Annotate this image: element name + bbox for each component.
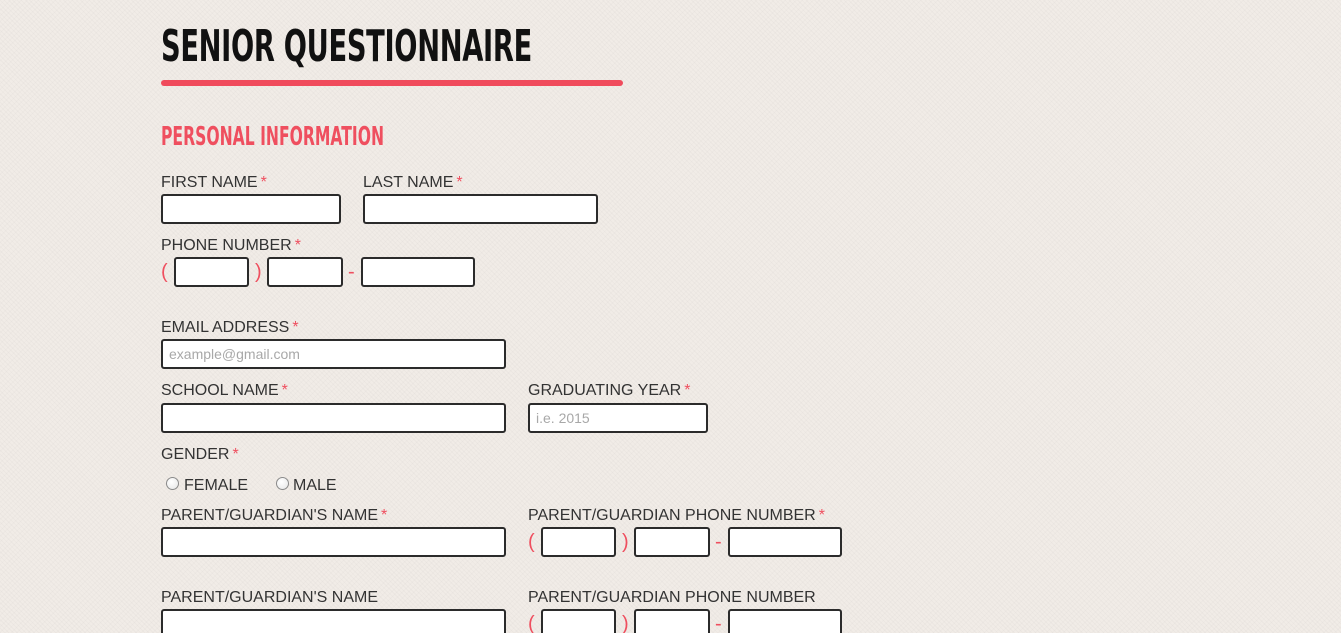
parent2-name-label-text: PARENT/GUARDIAN'S NAME [161, 589, 379, 606]
parent2-phone-prefix-input[interactable] [634, 609, 710, 633]
page-title: SENIOR QUESTIONNAIRE [161, 21, 532, 72]
graduating-year-input[interactable] [528, 403, 708, 433]
phone-prefix-input[interactable] [267, 257, 343, 287]
required-mark: * [684, 382, 691, 399]
parent1-phone-dash: - [715, 531, 722, 553]
parent1-phone-area-code-input[interactable] [541, 527, 616, 557]
gender-male-radio[interactable] [276, 477, 289, 490]
email-label: EMAIL ADDRESS * [161, 318, 299, 338]
parent1-phone-prefix-input[interactable] [634, 527, 710, 557]
gender-label: GENDER * [161, 445, 239, 465]
parent2-name-label: PARENT/GUARDIAN'S NAME [161, 588, 378, 608]
parent1-name-label: PARENT/GUARDIAN'S NAME * [161, 506, 387, 526]
required-mark: * [294, 237, 301, 254]
school-name-label-text: SCHOOL NAME [161, 382, 279, 399]
graduating-year-label-text: GRADUATING YEAR [528, 382, 682, 399]
parent1-name-label-text: PARENT/GUARDIAN'S NAME [161, 507, 379, 524]
phone-number-label: PHONE NUMBER * [161, 236, 301, 256]
last-name-input[interactable] [363, 194, 598, 224]
section-title-personal-information: PERSONAL INFORMATION [161, 122, 385, 152]
last-name-label: LAST NAME * [363, 173, 463, 193]
parent1-phone-line-number-input[interactable] [728, 527, 842, 557]
last-name-label-text: LAST NAME [363, 174, 454, 191]
parent2-phone-area-code-input[interactable] [541, 609, 616, 633]
phone-number-label-text: PHONE NUMBER [161, 237, 292, 254]
first-name-input[interactable] [161, 194, 341, 224]
phone-line-number-input[interactable] [361, 257, 475, 287]
gender-female-label[interactable]: FEMALE [184, 476, 248, 496]
required-mark: * [292, 319, 299, 336]
parent2-phone-label: PARENT/GUARDIAN PHONE NUMBER [528, 588, 816, 608]
title-underline [161, 80, 623, 86]
required-mark: * [281, 382, 288, 399]
email-label-text: EMAIL ADDRESS [161, 319, 290, 336]
required-mark: * [381, 507, 388, 524]
required-mark: * [260, 174, 267, 191]
school-name-label: SCHOOL NAME * [161, 381, 288, 401]
parent1-phone-label-text: PARENT/GUARDIAN PHONE NUMBER [528, 507, 816, 524]
parent1-phone-label: PARENT/GUARDIAN PHONE NUMBER * [528, 506, 825, 526]
gender-female-radio[interactable] [166, 477, 179, 490]
parent1-phone-open-paren: ( [528, 531, 535, 553]
parent1-phone-close-paren: ) [622, 531, 629, 553]
email-input[interactable] [161, 339, 506, 369]
parent2-phone-label-text: PARENT/GUARDIAN PHONE NUMBER [528, 589, 816, 606]
phone-open-paren: ( [161, 261, 168, 283]
school-name-input[interactable] [161, 403, 506, 433]
parent2-phone-close-paren: ) [622, 613, 629, 633]
first-name-label-text: FIRST NAME [161, 174, 258, 191]
required-mark: * [456, 174, 463, 191]
parent2-phone-dash: - [715, 613, 722, 633]
gender-label-text: GENDER [161, 446, 230, 463]
parent2-phone-open-paren: ( [528, 613, 535, 633]
phone-dash: - [348, 261, 355, 283]
graduating-year-label: GRADUATING YEAR * [528, 381, 690, 401]
gender-male-label[interactable]: MALE [293, 476, 337, 496]
parent2-phone-line-number-input[interactable] [728, 609, 842, 633]
phone-area-code-input[interactable] [174, 257, 249, 287]
parent1-name-input[interactable] [161, 527, 506, 557]
required-mark: * [232, 446, 239, 463]
first-name-label: FIRST NAME * [161, 173, 267, 193]
required-mark: * [818, 507, 825, 524]
phone-close-paren: ) [255, 261, 262, 283]
parent2-name-input[interactable] [161, 609, 506, 633]
